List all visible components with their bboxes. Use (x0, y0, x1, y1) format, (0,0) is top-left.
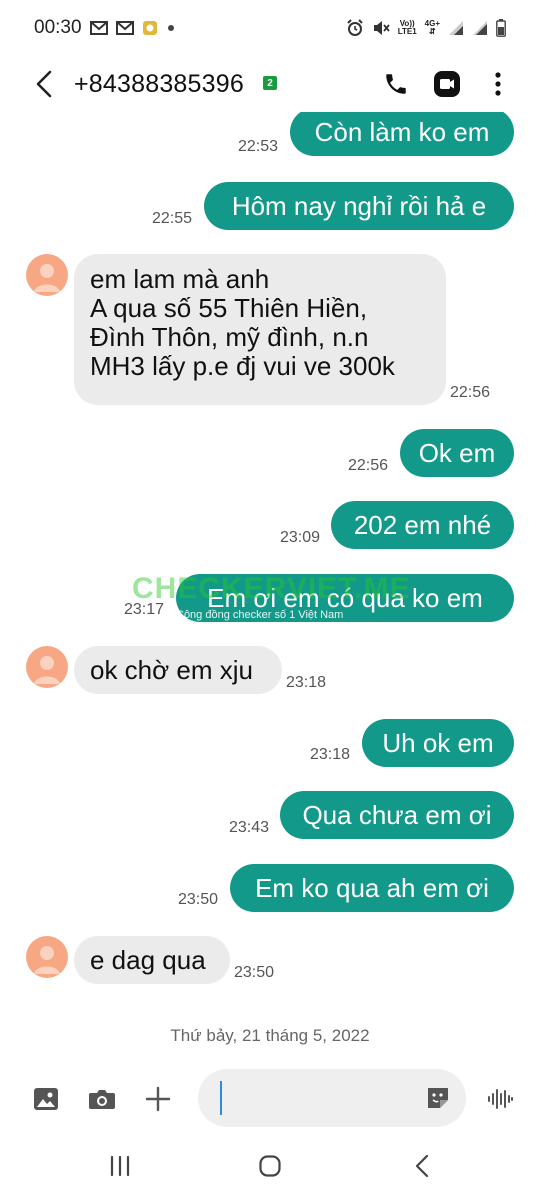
notification-app-icon (142, 20, 158, 36)
plus-icon (145, 1086, 171, 1112)
call-button[interactable] (378, 66, 414, 102)
recent-apps-icon (110, 1155, 130, 1177)
message-time: 22:55 (152, 210, 193, 227)
message-time: 23:17 (124, 601, 165, 618)
volte-icon: Vo)) LTE1 (397, 19, 417, 36)
gallery-button[interactable] (28, 1081, 64, 1117)
text-cursor (220, 1081, 222, 1115)
message-input[interactable] (216, 1079, 416, 1117)
message-input-container[interactable] (198, 1069, 466, 1127)
more-vertical-icon (495, 72, 501, 96)
camera-button[interactable] (84, 1081, 120, 1117)
avatar[interactable] (26, 254, 68, 296)
message-time: 22:56 (348, 457, 389, 474)
incoming-message[interactable]: e dag qua (74, 936, 230, 984)
voice-wave-icon (488, 1089, 513, 1109)
home-button[interactable] (250, 1146, 290, 1186)
status-time: 00:30 (34, 17, 82, 38)
back-button[interactable] (28, 66, 60, 102)
person-icon (34, 656, 60, 684)
contact-name[interactable]: +84388385396 (74, 70, 244, 99)
message-list[interactable]: Còn làm ko em 22:53 Hôm nay nghỉ rồi hả … (0, 112, 540, 1062)
add-attachment-button[interactable] (140, 1081, 176, 1117)
message-composer (0, 1066, 540, 1132)
incoming-message[interactable]: ok chờ em xju (74, 646, 282, 694)
message-time: 23:09 (280, 529, 321, 546)
outgoing-message[interactable]: Qua chưa em ơi (280, 791, 514, 839)
recent-apps-button[interactable] (100, 1146, 140, 1186)
system-nav-bar (0, 1132, 540, 1200)
back-chevron-icon (415, 1154, 429, 1178)
dot-icon (166, 23, 176, 33)
outgoing-message[interactable]: Hôm nay nghỉ rồi hả e (204, 182, 514, 230)
mute-icon (372, 19, 390, 37)
sticker-button[interactable] (424, 1084, 452, 1112)
message-time: 22:53 (238, 138, 279, 155)
person-icon (34, 264, 60, 292)
avatar[interactable] (26, 646, 68, 688)
camera-icon (89, 1090, 115, 1109)
alarm-icon (346, 19, 364, 37)
back-arrow-icon (36, 70, 52, 98)
conversation-header: +84388385396 2 (0, 56, 540, 112)
video-call-icon (434, 71, 460, 97)
outgoing-message[interactable]: Ok em (400, 429, 514, 477)
gmail-icon (115, 21, 134, 35)
message-time: 23:18 (286, 674, 327, 691)
message-time: 23:43 (229, 819, 270, 836)
status-bar: 00:30 Vo)) LTE1 4G+ ⇵ (0, 0, 540, 56)
outgoing-message[interactable]: Em ko qua ah em ơi (230, 864, 514, 912)
outgoing-message[interactable]: Uh ok em (362, 719, 514, 767)
sticker-icon (428, 1088, 448, 1108)
voice-record-button[interactable] (482, 1081, 518, 1117)
avatar[interactable] (26, 936, 68, 978)
battery-icon (496, 19, 506, 37)
signal-icon (472, 20, 488, 36)
image-icon (34, 1088, 58, 1110)
sim-badge: 2 (263, 76, 277, 90)
outgoing-message[interactable]: Em ơi em có qua ko em (176, 574, 514, 622)
more-options-button[interactable] (480, 66, 516, 102)
phone-icon (386, 74, 406, 94)
home-icon (259, 1155, 281, 1177)
signal-icon (448, 20, 464, 36)
data-icon: 4G+ ⇵ (424, 19, 440, 36)
message-time: 22:56 (450, 384, 491, 401)
message-time: 23:18 (310, 746, 351, 763)
outgoing-message[interactable]: Còn làm ko em (290, 112, 514, 156)
message-time: 23:50 (178, 891, 219, 908)
incoming-message[interactable]: em lam mà anh A qua số 55 Thiên Hiền, Đì… (74, 254, 446, 405)
gmail-icon (89, 21, 108, 35)
outgoing-message[interactable]: 202 em nhé (331, 501, 514, 549)
person-icon (34, 946, 60, 974)
date-separator: Thứ bảy, 21 tháng 5, 2022 (170, 1026, 370, 1045)
message-time: 23:50 (234, 964, 275, 981)
video-call-button[interactable] (429, 66, 465, 102)
nav-back-button[interactable] (402, 1146, 442, 1186)
